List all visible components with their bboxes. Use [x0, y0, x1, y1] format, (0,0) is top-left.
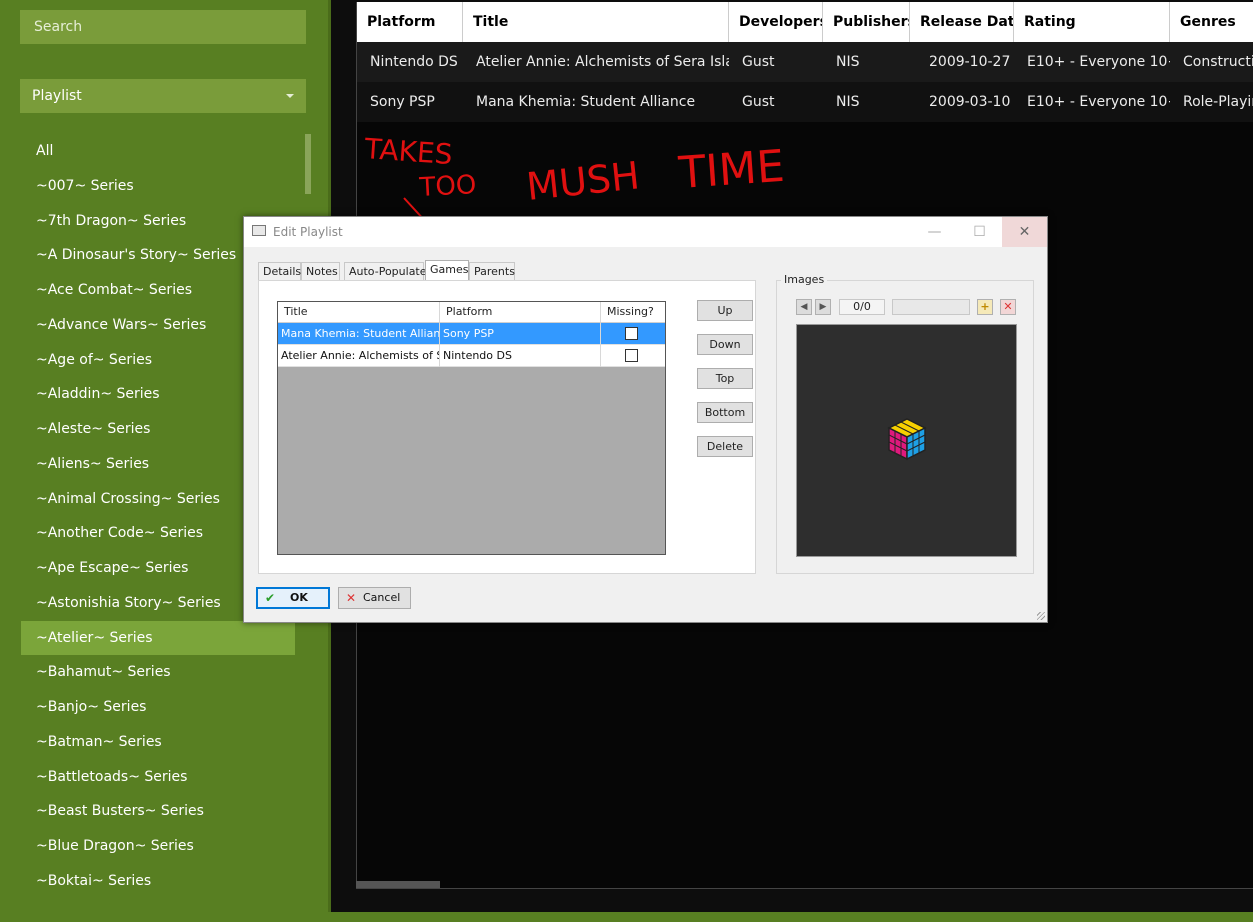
sidebar-playlist-item[interactable]: ~Banjo~ Series [21, 690, 295, 725]
cell-release-date: 2009-10-27 [929, 54, 1011, 70]
games-table-header: Title Platform Missing? [278, 302, 665, 323]
missing-checkbox[interactable] [625, 349, 638, 362]
tab-auto-populate[interactable]: Auto-Populate [344, 262, 427, 280]
previous-image-button[interactable]: ◀ [796, 299, 812, 315]
edit-playlist-dialog: Edit Playlist — ☐ ✕ Details Notes Auto-P… [243, 216, 1048, 623]
sidebar-playlist-item[interactable]: ~Batman~ Series [21, 725, 295, 760]
images-group: Images ◀ ▶ 0/0 + ✕ [776, 273, 1034, 574]
cell-missing [601, 345, 665, 367]
add-image-button[interactable]: + [977, 299, 993, 315]
tab-details[interactable]: Details [258, 262, 301, 280]
sidebar-playlist-item[interactable]: ~Beast Busters~ Series [21, 794, 295, 829]
column-header-platform[interactable]: Platform [440, 302, 601, 322]
annotation-text: TAKES [363, 132, 454, 171]
top-button[interactable]: Top [697, 368, 753, 389]
cube-placeholder-icon [887, 418, 927, 461]
handwritten-annotation: TAKES TOO MUSH TIME [363, 132, 786, 228]
cell-rating: E10+ - Everyone 10+ [1027, 54, 1170, 70]
sidebar-playlist-item[interactable]: ~007~ Series [21, 169, 295, 204]
column-header-rating[interactable]: Rating [1014, 2, 1170, 42]
playlist-dropdown-label: Playlist [32, 88, 82, 104]
resize-grip[interactable] [1037, 612, 1045, 620]
cell-developers: Gust [742, 94, 775, 110]
table-row[interactable]: Sony PSP Mana Khemia: Student Alliance G… [357, 82, 1253, 122]
ok-button[interactable]: ✔ OK [256, 587, 330, 609]
bottom-button[interactable]: Bottom [697, 402, 753, 423]
dialog-titlebar[interactable]: Edit Playlist — ☐ ✕ [244, 217, 1047, 247]
image-type-field[interactable] [892, 299, 970, 315]
cancel-label: Cancel [363, 591, 401, 604]
cell-platform: Sony PSP [440, 323, 601, 345]
up-button[interactable]: Up [697, 300, 753, 321]
down-button[interactable]: Down [697, 334, 753, 355]
sidebar-playlist-item[interactable]: ~Blue Dragon~ Series [21, 829, 295, 864]
sidebar-playlist-item[interactable]: ~Atelier~ Series [21, 620, 295, 656]
cell-genres: Construction [1183, 54, 1253, 70]
chevron-down-icon [286, 94, 294, 98]
column-header-genres[interactable]: Genres [1170, 2, 1253, 42]
dialog-title: Edit Playlist [273, 225, 343, 239]
bottom-bar [0, 912, 1253, 922]
tab-games[interactable]: Games [425, 260, 469, 281]
sidebar-scrollbar[interactable] [305, 134, 311, 194]
next-image-button[interactable]: ▶ [815, 299, 831, 315]
playlist-games-table: Title Platform Missing? Mana Khemia: Stu… [277, 301, 666, 555]
search-input[interactable]: Search [20, 10, 306, 44]
cell-genres: Role-Playing [1183, 94, 1253, 110]
cell-rating: E10+ - Everyone 10+ [1027, 94, 1170, 110]
column-header-missing[interactable]: Missing? [601, 302, 665, 322]
sidebar-playlist-item[interactable]: All [21, 134, 295, 169]
images-label: Images [781, 273, 828, 286]
window-icon [252, 225, 266, 236]
cancel-button[interactable]: ✕ Cancel [338, 587, 411, 609]
annotation-text: TIME [676, 141, 786, 199]
cell-platform: Nintendo DS [440, 345, 601, 367]
column-header-release-date[interactable]: Release Date [910, 2, 1014, 42]
column-header-title[interactable]: Title [278, 302, 440, 322]
cancel-x-icon: ✕ [346, 591, 357, 605]
table-row[interactable]: Nintendo DS Atelier Annie: Alchemists of… [357, 42, 1253, 82]
cell-publishers: NIS [836, 54, 860, 70]
cell-missing [601, 323, 665, 345]
annotation-text: TOO [418, 170, 477, 203]
tab-notes[interactable]: Notes [301, 262, 340, 280]
cell-platform: Sony PSP [370, 94, 435, 110]
cell-platform: Nintendo DS [370, 54, 458, 70]
column-header-developers[interactable]: Developers [729, 2, 823, 42]
remove-image-button[interactable]: ✕ [1000, 299, 1016, 315]
delete-button[interactable]: Delete [697, 436, 753, 457]
checkmark-icon: ✔ [265, 591, 276, 605]
cell-publishers: NIS [836, 94, 860, 110]
sidebar-playlist-item[interactable]: ~Bahamut~ Series [21, 655, 295, 690]
close-button[interactable]: ✕ [1002, 217, 1047, 247]
cell-title: Mana Khemia: Student Alliance [278, 323, 440, 345]
cell-title: Atelier Annie: Alchemists of S... [278, 345, 440, 367]
ok-label: OK [290, 591, 308, 604]
sidebar-playlist-item[interactable]: ~Battletoads~ Series [21, 760, 295, 795]
maximize-button[interactable]: ☐ [957, 217, 1002, 247]
cell-developers: Gust [742, 54, 775, 70]
sidebar-playlist-item[interactable]: ~Boktai~ Series [21, 864, 295, 899]
cell-release-date: 2009-03-10 [929, 94, 1011, 110]
missing-checkbox[interactable] [625, 327, 638, 340]
minimize-button[interactable]: — [912, 217, 957, 247]
cell-title: Atelier Annie: Alchemists of Sera Island [476, 54, 729, 70]
grid-horizontal-scrollbar[interactable] [356, 881, 440, 888]
games-tab-panel: Title Platform Missing? Mana Khemia: Stu… [258, 280, 756, 574]
image-counter: 0/0 [839, 299, 885, 315]
table-row[interactable]: Mana Khemia: Student Alliance Sony PSP [278, 323, 665, 345]
column-header-platform[interactable]: Platform [357, 2, 463, 42]
annotation-text: MUSH [524, 153, 641, 209]
cell-title: Mana Khemia: Student Alliance [476, 94, 696, 110]
tab-parents[interactable]: Parents [469, 262, 515, 280]
table-row[interactable]: Atelier Annie: Alchemists of S... Ninten… [278, 345, 665, 367]
image-preview [796, 324, 1017, 557]
playlist-dropdown[interactable]: Playlist [20, 79, 306, 113]
column-header-title[interactable]: Title [463, 2, 729, 42]
column-header-publishers[interactable]: Publishers [823, 2, 910, 42]
grid-header: Platform Title Developers Publishers Rel… [357, 2, 1253, 42]
